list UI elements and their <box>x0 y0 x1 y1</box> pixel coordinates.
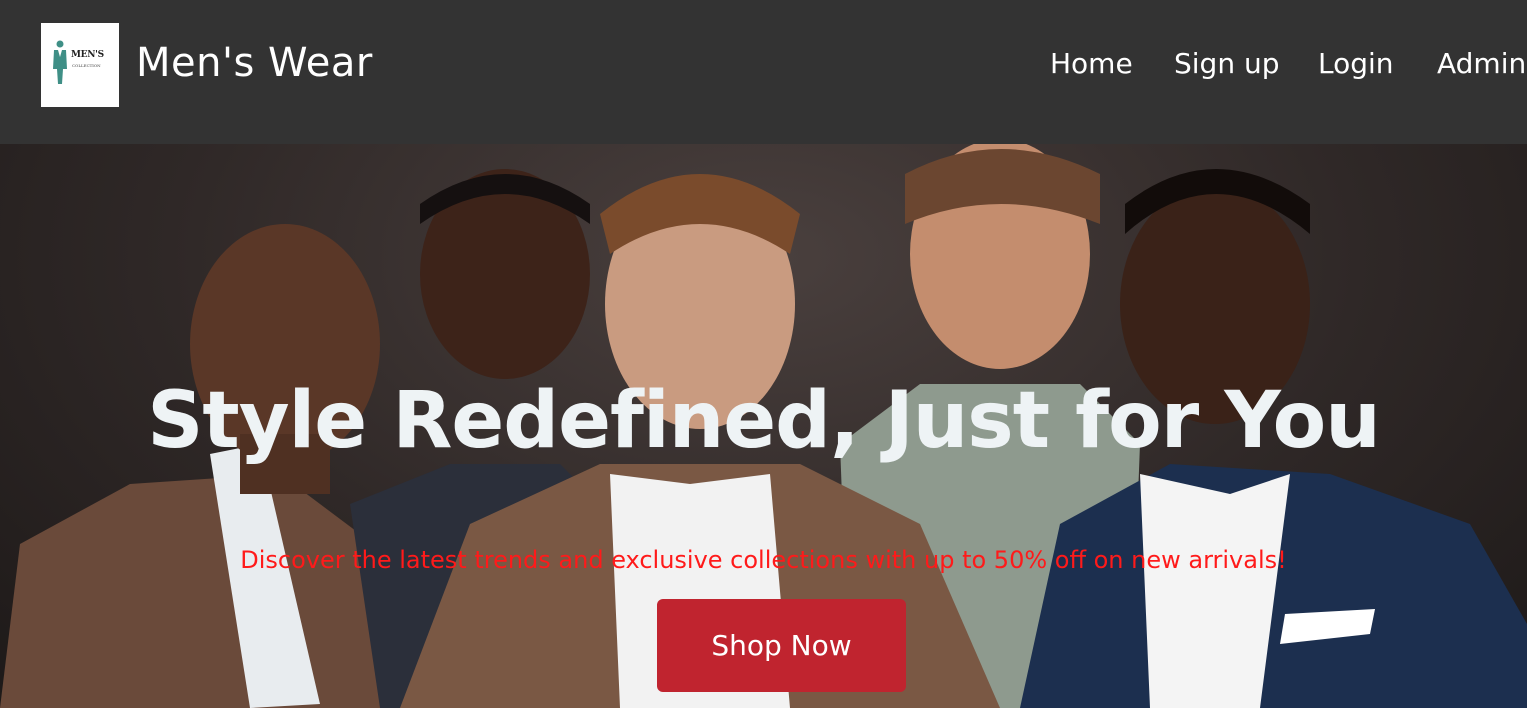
nav-admin[interactable]: Admin <box>1437 47 1526 80</box>
nav-login[interactable]: Login <box>1318 47 1394 80</box>
shop-now-button[interactable]: Shop Now <box>657 599 906 692</box>
logo-text: MEN'S <box>71 50 104 60</box>
suit-figure-icon <box>53 40 67 84</box>
logo-subtext: COLLECTION <box>72 63 101 68</box>
brand-title[interactable]: Men's Wear <box>136 40 373 86</box>
hero-subline: Discover the latest trends and exclusive… <box>240 546 1287 574</box>
nav-home[interactable]: Home <box>1050 47 1133 80</box>
nav-signup[interactable]: Sign up <box>1174 47 1280 80</box>
brand-logo[interactable]: MEN'S COLLECTION <box>41 23 119 107</box>
hero-headline: Style Redefined, Just for You <box>147 376 1381 466</box>
person-1 <box>0 224 430 708</box>
navbar: MEN'S COLLECTION Men's Wear Home Sign up… <box>0 0 1527 144</box>
